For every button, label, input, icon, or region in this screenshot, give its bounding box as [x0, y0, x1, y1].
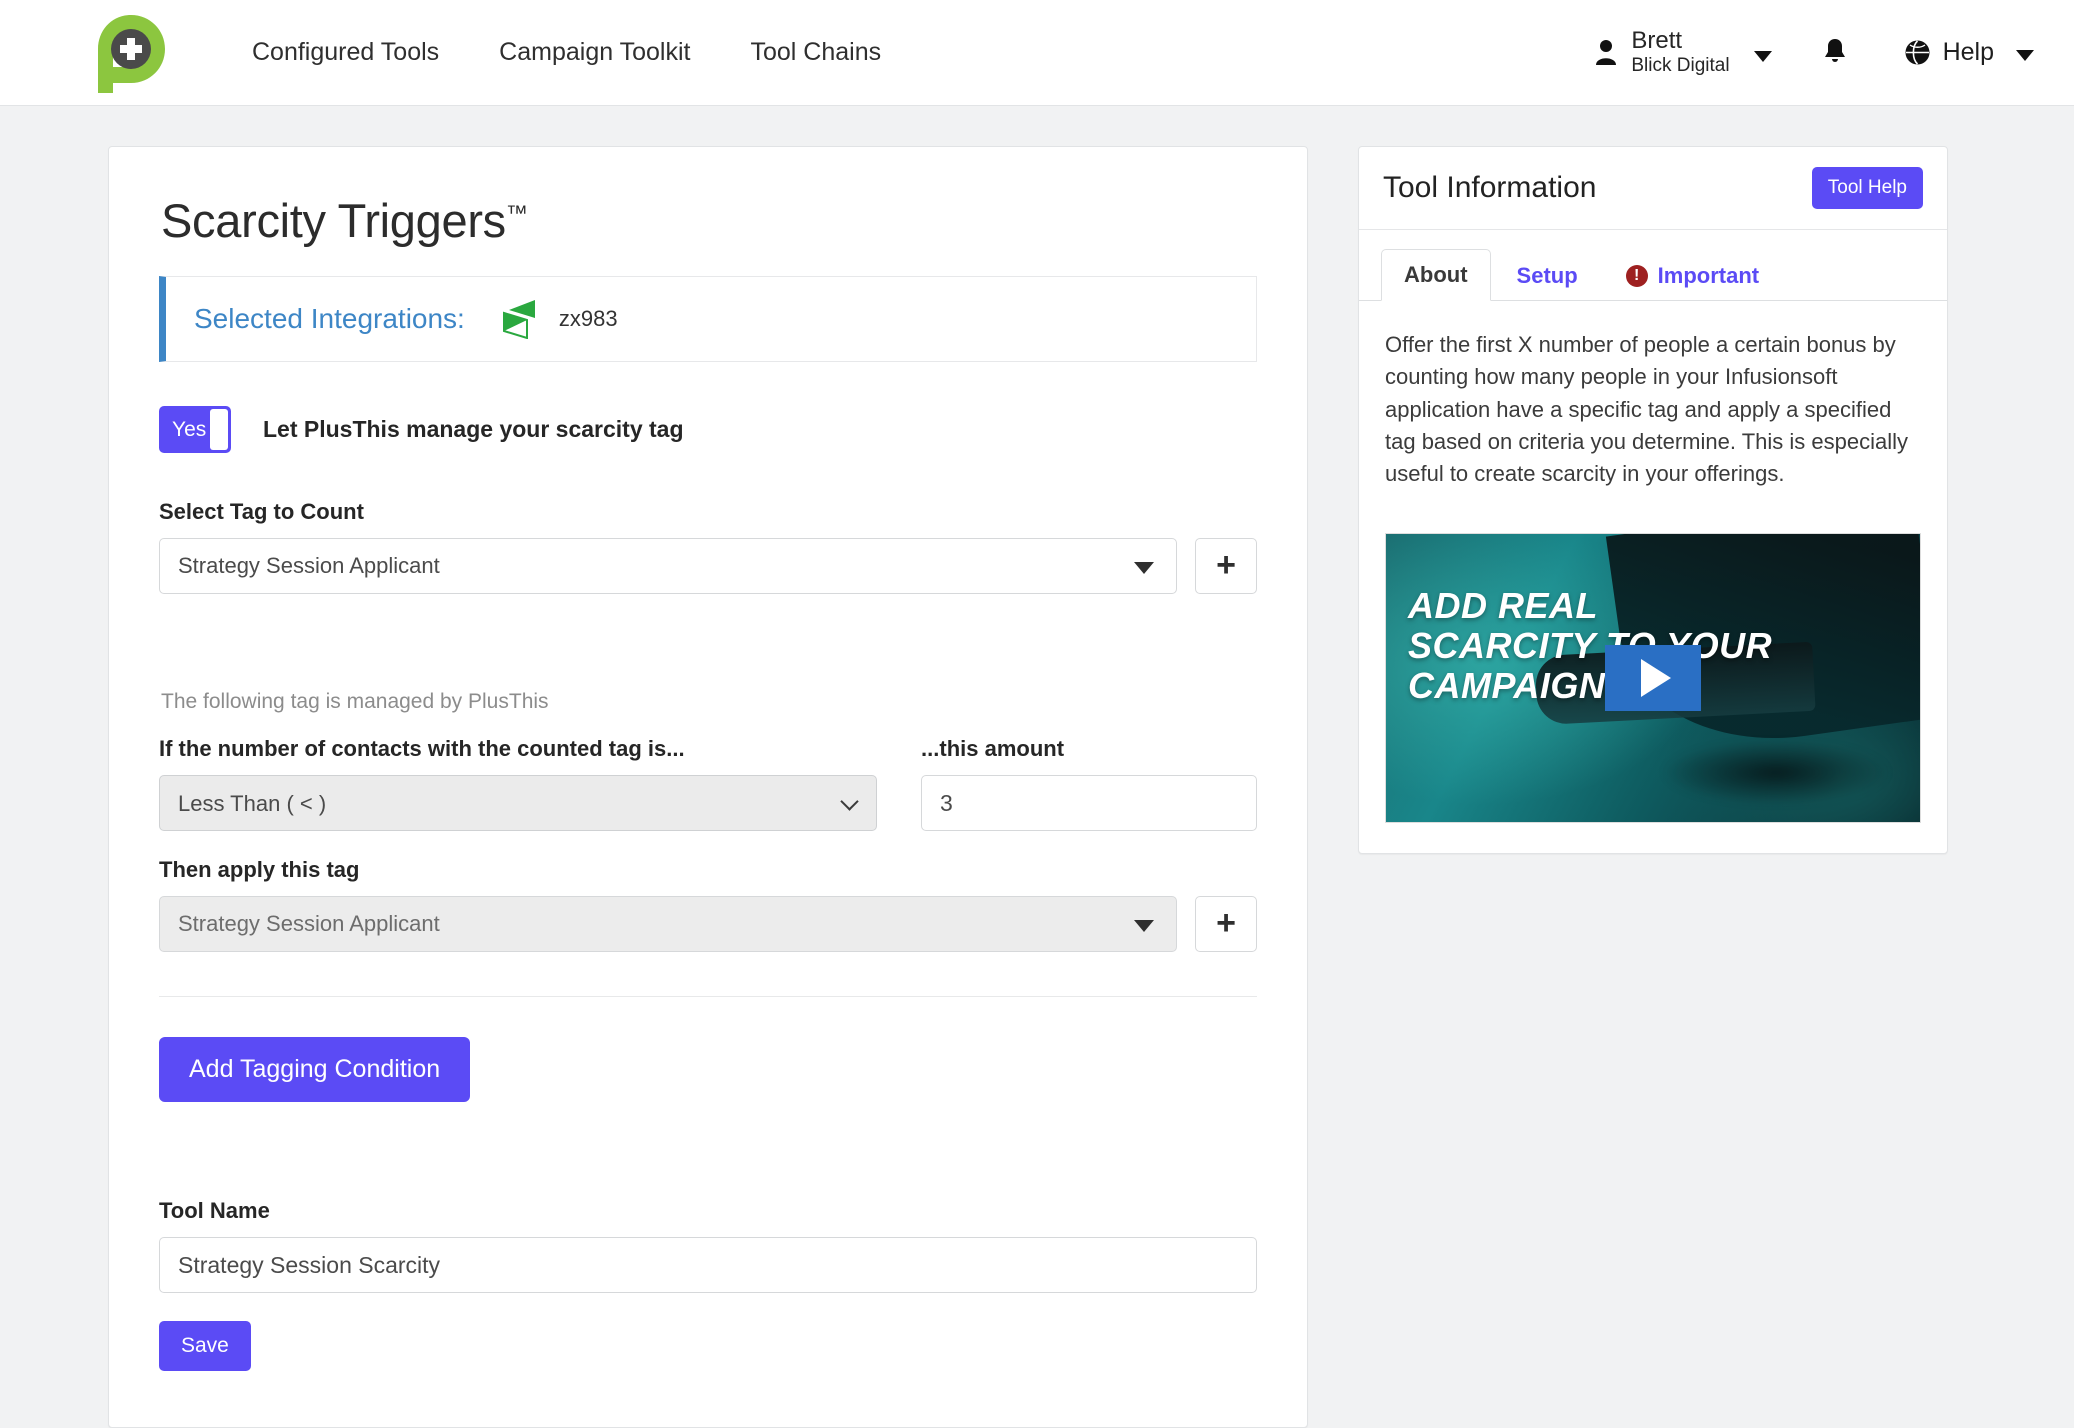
help-label: Help: [1942, 37, 1994, 66]
video-headline-line3: CAMPAIGNS: [1408, 665, 1630, 707]
nav-tool-chains[interactable]: Tool Chains: [720, 38, 911, 67]
manage-tag-toggle-row: Yes Let PlusThis manage your scarcity ta…: [159, 406, 1257, 453]
infusionsoft-icon: [502, 300, 535, 339]
then-apply-tag-dropdown[interactable]: Strategy Session Applicant: [159, 896, 1177, 952]
tool-information-title: Tool Information: [1383, 171, 1597, 204]
integration-item[interactable]: zx983: [502, 299, 618, 339]
help-menu[interactable]: Help: [1894, 38, 2034, 67]
tool-help-button[interactable]: Tool Help: [1811, 167, 1923, 209]
manage-tag-label: Let PlusThis manage your scarcity tag: [263, 416, 684, 442]
video-headline-line2: SCARCITY TO YOUR: [1408, 624, 1773, 666]
selected-integrations-panel: Selected Integrations: zx983: [159, 276, 1257, 362]
select-tag-to-count-wrap: Strategy Session Applicant: [159, 538, 1177, 594]
save-button[interactable]: Save: [159, 1321, 251, 1371]
play-icon: [1641, 658, 1671, 697]
then-apply-tag-value: Strategy Session Applicant: [178, 911, 440, 936]
chevron-down-icon: [1134, 920, 1154, 932]
tool-information-body: Offer the first X number of people a cer…: [1359, 301, 1947, 853]
user-org: Blick Digital: [1631, 55, 1730, 77]
condition-amount-label: ...this amount: [921, 736, 1065, 761]
tool-information-card: Tool Information Tool Help About Setup !…: [1358, 146, 1948, 854]
user-icon: [1596, 40, 1617, 66]
add-tag-to-count-button[interactable]: +: [1195, 538, 1257, 594]
condition-operator-wrap: Less Than ( < ) Greater Than ( > ) Equal…: [159, 775, 878, 831]
selected-integrations-label: Selected Integrations:: [194, 303, 465, 334]
plusthis-logo[interactable]: [90, 11, 172, 95]
chevron-down-icon: [1134, 562, 1154, 574]
tab-important-label: Important: [1657, 263, 1760, 288]
manage-tag-toggle[interactable]: Yes: [159, 406, 231, 453]
condition-amount-input[interactable]: [921, 775, 1257, 831]
add-apply-tag-button[interactable]: +: [1195, 896, 1257, 952]
toggle-value: Yes: [172, 417, 207, 441]
tagging-condition-row: If the number of contacts with the count…: [159, 736, 1257, 831]
nav-configured-tools[interactable]: Configured Tools: [222, 38, 469, 67]
bell-icon: [1824, 39, 1845, 63]
managed-tag-note: The following tag is managed by PlusThis: [161, 690, 549, 713]
trademark-mark: ™: [505, 200, 528, 226]
condition-operator-group: If the number of contacts with the count…: [159, 736, 878, 831]
globe-icon: [1905, 40, 1930, 65]
condition-operator-select[interactable]: Less Than ( < ) Greater Than ( > ) Equal…: [159, 775, 878, 831]
video-blur-blob: [1663, 741, 1888, 805]
page-title: Scarcity Triggers™: [161, 193, 1257, 248]
toggle-knob: [210, 409, 228, 450]
tool-video-thumbnail[interactable]: ADD REAL SCARCITY TO YOUR CAMPAIGNS: [1385, 532, 1921, 823]
tool-name-label: Tool Name: [159, 1198, 270, 1223]
integration-name: zx983: [558, 306, 618, 331]
nav-right-group: Brett Blick Digital Help: [1595, 28, 2034, 76]
plus-icon: +: [1216, 546, 1236, 585]
select-tag-to-count-dropdown[interactable]: Strategy Session Applicant: [159, 538, 1177, 594]
chevron-down-icon: [2016, 49, 2034, 61]
select-tag-to-count-value: Strategy Session Applicant: [178, 553, 440, 578]
condition-operator-label: If the number of contacts with the count…: [159, 736, 685, 761]
primary-nav: Configured Tools Campaign Toolkit Tool C…: [222, 38, 911, 67]
top-navigation-bar: Configured Tools Campaign Toolkit Tool C…: [0, 0, 2074, 106]
tool-configuration-card: Scarcity Triggers™ Selected Integrations…: [108, 146, 1308, 1428]
about-description: Offer the first X number of people a cer…: [1385, 332, 1908, 487]
tool-information-header: Tool Information Tool Help: [1359, 147, 1947, 230]
select-tag-to-count-label: Select Tag to Count: [159, 499, 364, 524]
tab-setup[interactable]: Setup: [1495, 251, 1600, 301]
then-apply-tag-row: Strategy Session Applicant +: [159, 896, 1257, 952]
then-apply-tag-label: Then apply this tag: [159, 857, 360, 882]
chevron-down-icon: [1753, 50, 1772, 62]
video-headline: ADD REAL SCARCITY TO YOUR CAMPAIGNS: [1408, 584, 1773, 707]
user-name: Brett: [1631, 27, 1683, 55]
section-divider: [159, 996, 1257, 997]
video-headline-line1: ADD REAL: [1408, 584, 1598, 626]
tab-about-label: About: [1404, 262, 1468, 287]
add-tagging-condition-button[interactable]: Add Tagging Condition: [159, 1037, 471, 1102]
tool-information-tabs: About Setup ! Important: [1359, 230, 1947, 301]
page-title-text: Scarcity Triggers: [161, 194, 506, 247]
then-apply-tag-wrap: Strategy Session Applicant: [159, 896, 1177, 952]
select-tag-to-count-row: Strategy Session Applicant +: [159, 538, 1257, 594]
tool-name-input[interactable]: [159, 1237, 1257, 1293]
exclamation-circle-icon: !: [1625, 265, 1648, 287]
condition-amount-group: ...this amount: [921, 736, 1257, 831]
tab-setup-label: Setup: [1516, 263, 1578, 288]
tab-important[interactable]: ! Important: [1604, 251, 1781, 301]
tab-about[interactable]: About: [1381, 249, 1491, 301]
nav-campaign-toolkit[interactable]: Campaign Toolkit: [469, 38, 720, 67]
sidebar-column: Tool Information Tool Help About Setup !…: [1358, 146, 1948, 854]
page-body: Scarcity Triggers™ Selected Integrations…: [0, 106, 2074, 1428]
play-button[interactable]: [1605, 644, 1701, 711]
notifications-button[interactable]: [1776, 37, 1894, 67]
plus-icon: +: [1216, 904, 1236, 943]
user-menu[interactable]: Brett Blick Digital: [1595, 28, 1775, 76]
